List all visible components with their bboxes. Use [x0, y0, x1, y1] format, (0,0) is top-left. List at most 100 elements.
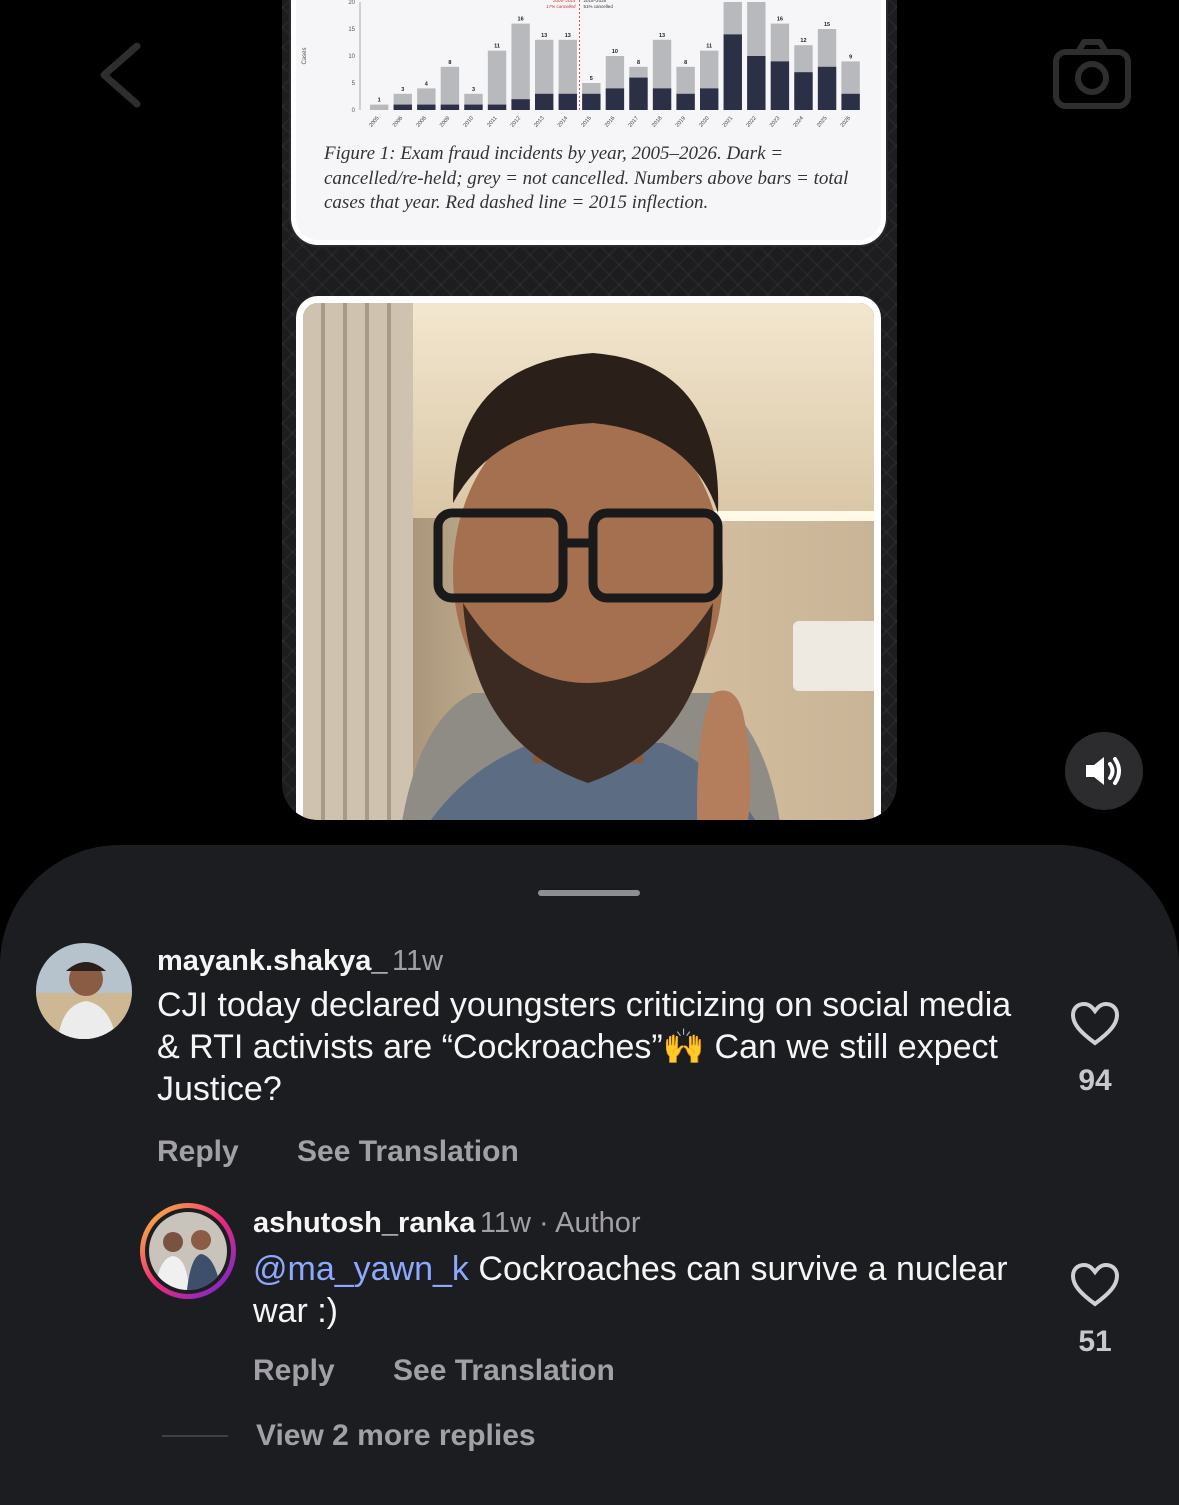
x-tick-label: 2019 [675, 115, 687, 128]
x-tick-label: 2006 [392, 115, 404, 128]
comment-actions: Reply See Translation [253, 1354, 615, 1388]
like-button[interactable]: 51 [1065, 1262, 1125, 1359]
bar-cancelled [511, 99, 530, 110]
bar-cancelled [700, 88, 719, 110]
x-tick-label: 2020 [698, 115, 710, 128]
avatar[interactable] [36, 943, 132, 1039]
data-label: 11 [494, 44, 500, 50]
bar-cancelled [535, 93, 554, 110]
x-tick-label: 2023 [769, 115, 781, 128]
see-translation-button[interactable]: See Translation [297, 1135, 519, 1169]
bar-not-cancelled [440, 66, 460, 110]
bar-cancelled [440, 104, 460, 110]
bar-cancelled [582, 93, 601, 110]
x-tick-label: 2024 [793, 115, 805, 128]
bar-cancelled [652, 88, 672, 110]
data-label: 8 [448, 60, 451, 66]
reply-button[interactable]: Reply [253, 1354, 335, 1388]
data-label: 10 [612, 49, 618, 55]
comment-actions: Reply See Translation [157, 1135, 519, 1169]
chart-card: 0 5 10 15 20 Cases 1 2005 3 2006 4 2008 8 2009 3 2010 11… [296, 0, 881, 240]
bar-cancelled [676, 93, 695, 110]
reply-comment: ashutosh_ranka 11w · Author @ma_yawn_k C… [253, 1207, 1033, 1332]
presenter-video-frame [303, 303, 874, 820]
volume-button[interactable] [1065, 732, 1143, 810]
data-label: 16 [518, 17, 524, 23]
bar-cancelled [841, 93, 860, 110]
bar-cancelled [794, 72, 813, 110]
bar-cancelled [487, 104, 507, 110]
x-tick-label: 2012 [510, 115, 522, 128]
x-tick-label: 2025 [816, 115, 828, 128]
mention-link[interactable]: @ma_yawn_k [253, 1250, 469, 1288]
bar-not-cancelled [487, 50, 507, 110]
heart-icon [1070, 1001, 1120, 1046]
like-count: 51 [1078, 1325, 1112, 1358]
comment-text: CJI today declared youngsters criticizin… [157, 986, 1012, 1108]
y-tick-label: 20 [348, 0, 355, 6]
author-badge: · Author [530, 1207, 641, 1239]
annotation-after: 51% cancelled [584, 4, 614, 9]
data-label: 16 [777, 17, 783, 23]
data-label: 5 [590, 76, 593, 82]
x-tick-label: 2010 [463, 115, 475, 128]
data-label: 13 [659, 33, 665, 39]
see-translation-button[interactable]: See Translation [393, 1354, 615, 1388]
bar-cancelled [393, 104, 412, 110]
bar-cancelled [605, 88, 625, 110]
chevron-left-icon[interactable] [92, 40, 152, 110]
heart-icon [1070, 1262, 1120, 1307]
y-tick-label: 0 [352, 108, 356, 114]
comment: mayank.shakya_ 11w CJI today declared yo… [157, 945, 1027, 1110]
data-label: 11 [706, 44, 712, 50]
x-tick-label: 2016 [604, 115, 616, 128]
data-label: 13 [541, 33, 547, 39]
y-axis-label: Cases [302, 47, 308, 64]
camera-icon[interactable] [1052, 38, 1132, 110]
data-label: 3 [472, 87, 475, 93]
bar-cancelled [747, 56, 766, 110]
sheet-grabber[interactable] [538, 890, 640, 896]
like-button[interactable]: 94 [1065, 1001, 1125, 1098]
bar-cancelled [417, 104, 436, 110]
comment-time: 11w [479, 1207, 531, 1239]
comment-username[interactable]: ashutosh_ranka [253, 1207, 475, 1239]
chart-caption: Figure 1: Exam fraud incidents by year, … [324, 143, 849, 213]
comments-sheet: mayank.shakya_ 11w CJI today declared yo… [0, 845, 1179, 1505]
speaker-icon [1086, 757, 1121, 785]
reply-button[interactable]: Reply [157, 1135, 239, 1169]
bar-cancelled [464, 104, 483, 110]
view-more-replies-button[interactable]: View 2 more replies [256, 1419, 536, 1453]
x-tick-label: 2011 [486, 115, 498, 128]
comment-username[interactable]: mayank.shakya_ [157, 945, 388, 977]
comment-text: @ma_yawn_k Cockroaches can survive a nuc… [253, 1248, 1033, 1332]
replies-divider [162, 1435, 228, 1437]
data-label: 1 [378, 98, 381, 104]
x-tick-label: 2013 [533, 115, 545, 128]
bar-chart: 0 5 10 15 20 Cases 1 2005 3 2006 4 2008 8 2009 3 2010 11… [302, 0, 860, 129]
x-tick-label: 2026 [840, 115, 852, 128]
bar-cancelled [558, 93, 577, 110]
bar-not-cancelled [511, 23, 530, 111]
annotation-after: 2015–2026 [584, 0, 607, 3]
data-label: 13 [565, 33, 571, 39]
annotation-before: 2005–2014 [552, 0, 576, 3]
x-tick-label: 2005 [368, 115, 380, 128]
annotation-before: 17% cancelled [546, 4, 576, 9]
bar-not-cancelled [370, 104, 389, 110]
y-tick-label: 15 [348, 27, 355, 33]
like-count: 94 [1078, 1064, 1112, 1097]
data-label: 9 [849, 54, 852, 60]
data-label: 3 [401, 87, 404, 93]
comment-time: 11w [392, 945, 444, 977]
data-label: 8 [637, 60, 640, 66]
reel-video[interactable]: 0 5 10 15 20 Cases 1 2005 3 2006 4 2008 8 2009 3 2010 11… [282, 0, 897, 820]
y-tick-label: 10 [348, 54, 355, 60]
y-tick-label: 5 [352, 81, 356, 87]
avatar-story-ring[interactable] [140, 1203, 236, 1299]
x-tick-label: 2015 [580, 115, 592, 128]
bar-cancelled [629, 77, 648, 110]
data-label: 8 [684, 60, 687, 66]
data-label: 12 [800, 38, 806, 44]
data-label: 4 [425, 81, 429, 87]
